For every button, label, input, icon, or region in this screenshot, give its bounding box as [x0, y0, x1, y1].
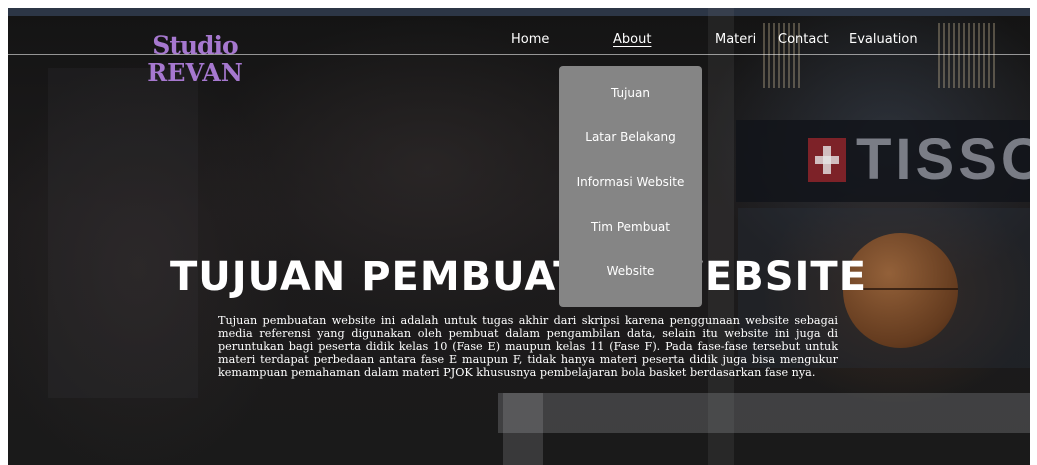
window-top-bar: [8, 8, 1030, 16]
site-logo[interactable]: Studio REVAN: [140, 32, 250, 86]
dropdown-item-informasi-website[interactable]: Informasi Website: [559, 175, 702, 189]
hero-paragraph: Tujuan pembuatan website ini adalah untu…: [218, 314, 838, 379]
hero-title: TUJUAN PEMBUATAN WEBSITE: [169, 254, 868, 300]
logo-line-2: REVAN: [147, 58, 243, 87]
page-viewport: TISSO Studio REVAN Home About Materi Con…: [8, 8, 1030, 465]
background-brand-text: TISSO: [856, 127, 1030, 192]
nav-home-link[interactable]: Home: [511, 32, 549, 47]
background-led-display: [938, 23, 998, 88]
dropdown-item-tujuan[interactable]: Tujuan: [559, 86, 702, 100]
nav-materi-link[interactable]: Materi: [715, 32, 756, 47]
background-crowd-shape: [48, 68, 198, 398]
dropdown-item-website[interactable]: Website: [559, 264, 702, 278]
nav-evaluation-link[interactable]: Evaluation: [849, 32, 918, 47]
nav-divider: [8, 54, 1030, 55]
nav-about-link[interactable]: About: [613, 32, 651, 47]
background-hoop-backboard: [498, 393, 1030, 433]
background-hoop-pole: [503, 393, 543, 465]
dropdown-item-tim-pembuat[interactable]: Tim Pembuat: [559, 220, 702, 234]
dropdown-item-latar-belakang[interactable]: Latar Belakang: [559, 130, 702, 144]
nav-contact-link[interactable]: Contact: [778, 32, 829, 47]
about-dropdown-menu: Tujuan Latar Belakang Informasi Website …: [559, 66, 702, 307]
